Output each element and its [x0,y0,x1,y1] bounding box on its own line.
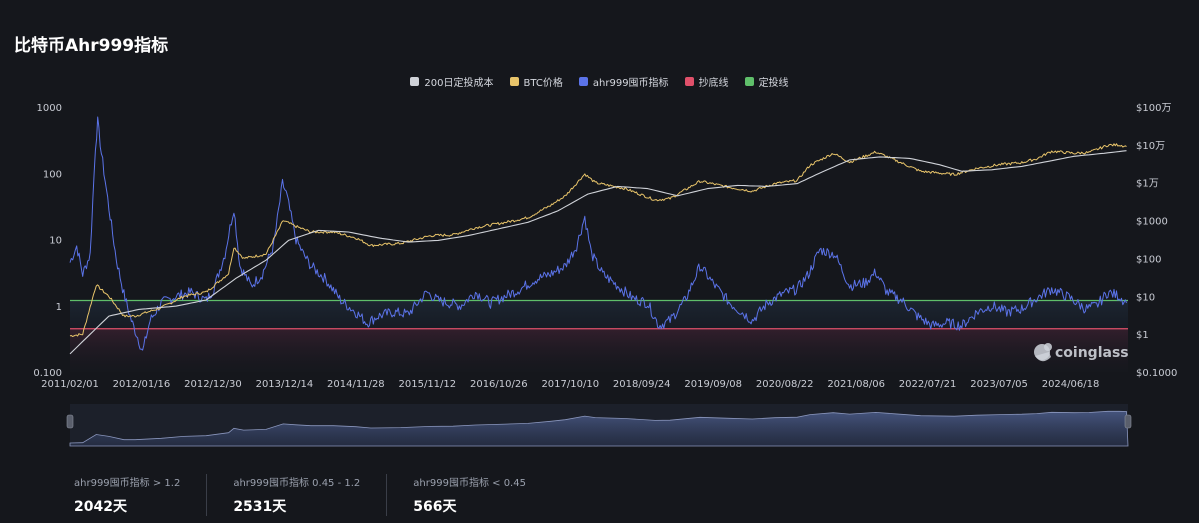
watermark-text: coinglass [1055,345,1129,361]
stat-value: 566天 [413,499,457,515]
stat-label: ahr999囤币指标 > 1.2 [74,478,181,489]
right-tick-label: $0.1000 [1136,368,1177,379]
x-tick-label: 2024/06/18 [1042,379,1100,390]
left-tick-label: 0.100 [33,368,62,379]
zone-between-lines [70,300,1128,329]
stat-value: 2042天 [74,499,127,515]
stat-between: ahr999囤币指标 0.45 - 1.2 2531天 [233,474,388,516]
stat-above-dca: ahr999囤币指标 > 1.2 2042天 [74,474,208,516]
x-tick-label: 2011/02/01 [41,379,99,390]
stat-label: ahr999囤币指标 0.45 - 1.2 [233,478,361,489]
range-navigator[interactable] [66,404,1132,447]
left-tick-label: 100 [43,169,62,180]
right-tick-label: $100万 [1136,103,1171,114]
left-axis: 1000 100 10 1 0.100 [33,103,62,379]
x-tick-label: 2017/10/10 [541,379,599,390]
x-tick-label: 2012/12/30 [184,379,242,390]
stat-value: 2531天 [233,499,287,515]
x-tick-label: 2023/07/05 [970,379,1028,390]
right-tick-label: $1000 [1136,217,1168,228]
x-tick-label: 2018/09/24 [613,379,671,390]
x-axis: 2011/02/01 2012/01/16 2012/12/30 2013/12/14… [41,379,1099,390]
x-tick-label: 2013/12/14 [256,379,314,390]
x-tick-label: 2021/08/06 [827,379,885,390]
watermark: coinglass [1034,343,1129,362]
zone-below-bottom-line [70,328,1128,372]
x-tick-label: 2012/01/16 [113,379,171,390]
right-tick-label: $10 [1136,292,1155,303]
navigator-handle-right[interactable] [1124,414,1132,429]
stat-label: ahr999囤币指标 < 0.45 [413,478,526,489]
navigator-handle-left[interactable] [66,414,74,429]
zone-backgrounds [70,300,1128,372]
x-tick-label: 2015/11/12 [399,379,457,390]
right-tick-label: $10万 [1136,141,1165,152]
right-tick-label: $1 [1136,330,1149,341]
x-tick-label: 2022/07/21 [899,379,957,390]
right-tick-label: $1万 [1136,179,1159,190]
x-tick-label: 2014/11/28 [327,379,385,390]
left-tick-label: 10 [49,236,62,247]
x-tick-label: 2020/08/22 [756,379,814,390]
ahr999-chart[interactable]: 10001001010.100 $100万$10万$1万$1000$100$10… [0,0,1199,460]
stat-below-bottom: ahr999囤币指标 < 0.45 566天 [413,474,552,516]
right-tick-label: $100 [1136,254,1161,265]
left-tick-label: 1000 [37,103,62,114]
right-axis: $100万 $10万 $1万 $1000 $100 $10 $1 $0.1000 [1136,103,1177,379]
x-tick-label: 2016/10/26 [470,379,528,390]
stats-bar: ahr999囤币指标 > 1.2 2042天 ahr999囤币指标 0.45 -… [74,474,578,516]
x-tick-label: 2019/09/08 [684,379,742,390]
left-tick-label: 1 [56,302,62,313]
